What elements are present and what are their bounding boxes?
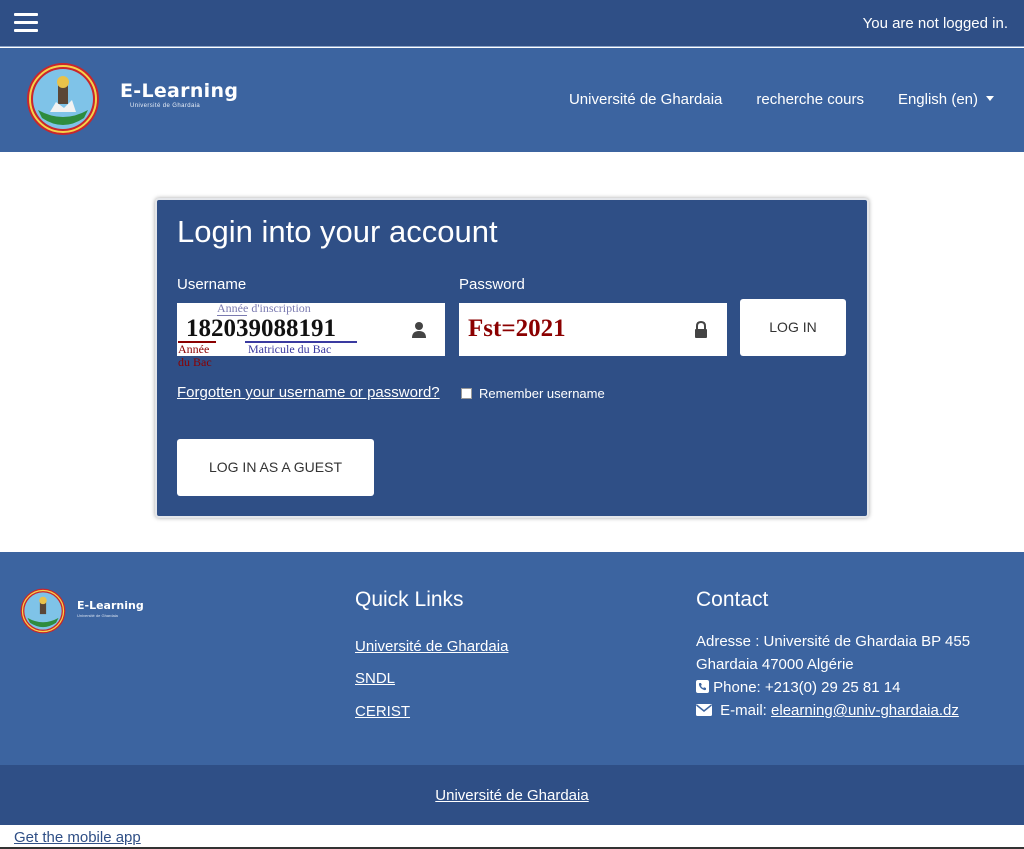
phone-icon — [696, 680, 709, 693]
username-value: 182039088191 — [186, 315, 336, 342]
footer-logo-icon — [20, 588, 66, 634]
forgot-password-link[interactable]: Forgotten your username or password? — [177, 384, 440, 401]
quick-link-cerist[interactable]: CERIST — [355, 703, 410, 720]
quick-link-university[interactable]: Université de Ghardaia — [355, 638, 508, 655]
login-card: Login into your account Username 1820390… — [155, 198, 869, 518]
contact-address-line1: Adresse : Université de Ghardaia BP 455 — [696, 633, 971, 650]
annotation-matricule: Matricule du Bac — [248, 342, 332, 356]
lock-icon — [695, 321, 707, 338]
remember-username-label: Remember username — [479, 386, 605, 401]
mobile-app-link[interactable]: Get the mobile app — [14, 829, 141, 846]
language-menu[interactable]: English (en) — [898, 91, 994, 108]
menu-icon[interactable] — [14, 13, 38, 33]
contact-email: E-mail: elearning@univ-ghardaia.dz — [696, 702, 959, 719]
university-logo-icon[interactable] — [26, 62, 100, 136]
remember-username-checkbox[interactable] — [461, 388, 472, 399]
contact-phone-text: Phone: +213(0) 29 25 81 14 — [713, 679, 901, 696]
username-label: Username — [177, 276, 247, 293]
login-button[interactable]: LOG IN — [740, 299, 846, 356]
contact-address-line2: Ghardaia 47000 Algérie — [696, 656, 854, 673]
user-icon — [412, 322, 426, 338]
footer-brand: E-Learning Université de Ghardaia — [77, 599, 144, 618]
brand[interactable]: E-Learning Université de Ghardaia — [120, 80, 238, 109]
annotation-underline-inscription — [217, 315, 247, 316]
contact-phone: Phone: +213(0) 29 25 81 14 — [696, 679, 900, 696]
contact-email-link[interactable]: elearning@univ-ghardaia.dz — [771, 702, 959, 719]
login-heading: Login into your account — [177, 214, 498, 249]
annotation-bac-year-line2: du Bac — [178, 355, 212, 369]
footer-brand-title: E-Learning — [77, 599, 144, 612]
password-value: Fst=2021 — [468, 315, 566, 342]
annotation-inscription: Année d'inscription — [217, 301, 311, 315]
bottom-bar: Université de Ghardaia — [0, 765, 1024, 825]
brand-subtitle: Université de Ghardaia — [130, 103, 201, 109]
bottom-university-link[interactable]: Université de Ghardaia — [435, 787, 588, 804]
top-bar: You are not logged in. — [0, 0, 1024, 47]
language-label: English (en) — [897, 91, 978, 108]
password-label: Password — [459, 276, 525, 293]
contact-email-label: E-mail: — [720, 702, 767, 719]
quick-links-title: Quick Links — [355, 588, 464, 611]
login-status: You are not logged in. — [862, 15, 1008, 32]
brand-title: E-Learning — [120, 80, 239, 102]
chevron-down-icon — [986, 96, 994, 101]
footer: E-Learning Université de Ghardaia Quick … — [0, 552, 1024, 765]
annotation-bac-year: Année du Bac — [178, 343, 212, 369]
navbar: E-Learning Université de Ghardaia Univer… — [0, 48, 1024, 152]
nav-link-search-courses[interactable]: recherche cours — [756, 91, 864, 108]
footer-brand-subtitle: Université de Ghardaia — [77, 613, 118, 618]
envelope-icon — [696, 704, 712, 716]
password-input[interactable]: Fst=2021 — [459, 303, 727, 356]
guest-login-button[interactable]: LOG IN AS A GUEST — [177, 439, 374, 496]
nav-links: Université de Ghardaia recherche cours E… — [535, 91, 994, 108]
remember-username[interactable]: Remember username — [461, 386, 605, 401]
quick-link-sndl[interactable]: SNDL — [355, 670, 395, 687]
contact-title: Contact — [696, 588, 769, 611]
nav-link-university[interactable]: Université de Ghardaia — [569, 91, 722, 108]
